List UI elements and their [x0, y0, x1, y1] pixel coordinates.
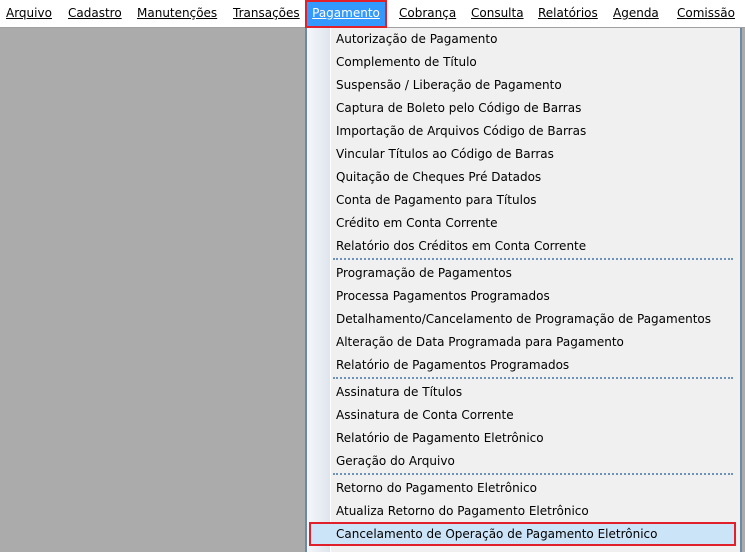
menu-label: Consulta: [471, 6, 524, 20]
menu-item-detalhamento-cancelamento[interactable]: Detalhamento/Cancelamento de Programação…: [336, 309, 711, 330]
menu-arquivo[interactable]: Arquivo: [6, 0, 52, 28]
menu-label: Arquivo: [6, 6, 52, 20]
menu-item-credito-em-conta-corrente[interactable]: Crédito em Conta Corrente: [336, 213, 498, 234]
menu-cadastro[interactable]: Cadastro: [68, 0, 122, 28]
menu-item-atualiza-retorno[interactable]: Atualiza Retorno do Pagamento Eletrônico: [336, 501, 589, 522]
menu-pagamento[interactable]: Pagamento: [305, 0, 387, 28]
menu-agenda[interactable]: Agenda: [613, 0, 659, 28]
menu-item-quitacao-de-cheques[interactable]: Quitação de Cheques Pré Datados: [336, 167, 541, 188]
menu-item-autorizacao-de-pagamento[interactable]: Autorização de Pagamento: [336, 29, 497, 50]
menu-item-cancelamento-de-operacao[interactable]: Cancelamento de Operação de Pagamento El…: [309, 522, 736, 546]
menu-icon-gutter: [307, 28, 329, 552]
menu-item-retorno-do-pagamento[interactable]: Retorno do Pagamento Eletrônico: [336, 478, 537, 499]
menu-item-processa-pagamentos[interactable]: Processa Pagamentos Programados: [336, 286, 550, 307]
menu-item-conta-de-pagamento[interactable]: Conta de Pagamento para Títulos: [336, 190, 537, 211]
menu-manutencoes[interactable]: Manutenções: [137, 0, 217, 28]
menu-cobranca[interactable]: Cobrança: [399, 0, 456, 28]
menu-separator: [333, 258, 733, 260]
menu-label: Cadastro: [68, 6, 122, 20]
menu-separator: [333, 377, 733, 379]
menu-label: Transações: [233, 6, 300, 20]
menu-item-assinatura-de-titulos[interactable]: Assinatura de Títulos: [336, 382, 462, 403]
pagamento-dropdown: Autorização de Pagamento Complemento de …: [305, 28, 742, 552]
menu-item-relatorio-dos-creditos[interactable]: Relatório dos Créditos em Conta Corrente: [336, 236, 586, 257]
menu-item-captura-de-boleto[interactable]: Captura de Boleto pelo Código de Barras: [336, 98, 581, 119]
menu-item-vincular-titulos[interactable]: Vincular Títulos ao Código de Barras: [336, 144, 554, 165]
menu-label: Relatórios: [538, 6, 598, 20]
menu-item-relatorio-pagamentos-programados[interactable]: Relatório de Pagamentos Programados: [336, 355, 569, 376]
menu-consulta[interactable]: Consulta: [471, 0, 524, 28]
menu-item-programacao-de-pagamentos[interactable]: Programação de Pagamentos: [336, 263, 512, 284]
menu-item-alteracao-de-data[interactable]: Alteração de Data Programada para Pagame…: [336, 332, 624, 353]
menu-item-importacao-de-arquivos[interactable]: Importação de Arquivos Código de Barras: [336, 121, 586, 142]
menu-comissao[interactable]: Comissão: [677, 0, 735, 28]
menu-label: Comissão: [677, 6, 735, 20]
menu-label: Cobrança: [399, 6, 457, 20]
menu-separator: [333, 473, 733, 475]
menu-item-relatorio-pagamento-eletronico[interactable]: Relatório de Pagamento Eletrônico: [336, 428, 544, 449]
menu-relatorios[interactable]: Relatórios: [538, 0, 598, 28]
menu-label: Pagamento: [312, 6, 380, 20]
menu-item-geracao-do-arquivo[interactable]: Geração do Arquivo: [336, 451, 455, 472]
menu-item-complemento-de-titulo[interactable]: Complemento de Título: [336, 52, 477, 73]
menu-transacoes[interactable]: Transações: [233, 0, 300, 28]
gutter-divider: [329, 28, 331, 552]
menubar: Arquivo Cadastro Manutenções Transações …: [0, 0, 745, 28]
menu-item-suspensao-liberacao[interactable]: Suspensão / Liberação de Pagamento: [336, 75, 562, 96]
menu-label: Agenda: [613, 6, 659, 20]
menu-label: Manutenções: [137, 6, 218, 20]
menu-item-assinatura-de-conta-corrente[interactable]: Assinatura de Conta Corrente: [336, 405, 514, 426]
